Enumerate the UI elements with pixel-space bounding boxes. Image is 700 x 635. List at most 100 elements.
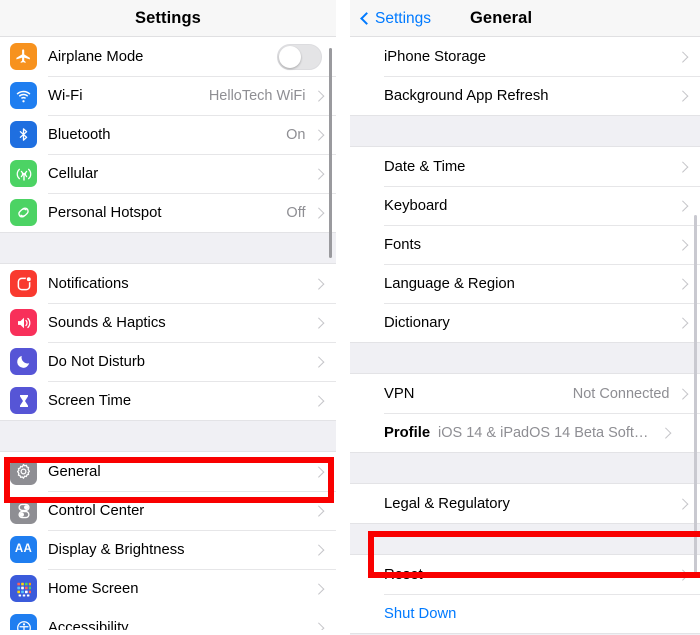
chevron-right-icon bbox=[676, 200, 688, 211]
airplane-mode-toggle[interactable] bbox=[277, 43, 322, 70]
sidebar-item-notifications[interactable]: Notifications bbox=[0, 264, 336, 303]
settings-navbar: Settings bbox=[0, 0, 336, 37]
sidebar-item-label: Accessibility bbox=[48, 619, 129, 631]
hotspot-icon bbox=[10, 199, 37, 226]
chevron-right-icon bbox=[312, 168, 324, 179]
sidebar-item-sounds-haptics[interactable]: Sounds & Haptics bbox=[0, 303, 336, 342]
list-item-fonts[interactable]: Fonts bbox=[350, 225, 700, 264]
settings-section-system: General Control Center AA Display & Brig… bbox=[0, 452, 336, 630]
list-item-profile[interactable]: Profile iOS 14 & iPadOS 14 Beta Softwar… bbox=[350, 413, 700, 452]
control-center-icon bbox=[10, 497, 37, 524]
wifi-value: HelloTech WiFi bbox=[208, 87, 306, 104]
gear-icon bbox=[10, 458, 37, 485]
list-item-label: iPhone Storage bbox=[384, 48, 487, 65]
list-item-reset[interactable]: Reset bbox=[350, 555, 700, 594]
back-button[interactable]: Settings bbox=[360, 0, 432, 37]
sidebar-item-wifi[interactable]: Wi-Fi HelloTech WiFi bbox=[0, 76, 336, 115]
list-item-keyboard[interactable]: Keyboard bbox=[350, 186, 700, 225]
profile-value: iOS 14 & iPadOS 14 Beta Softwar… bbox=[438, 424, 654, 441]
sidebar-item-label: Screen Time bbox=[48, 392, 132, 409]
scrollbar-general[interactable] bbox=[694, 215, 697, 575]
chevron-right-icon bbox=[676, 498, 688, 509]
chevron-right-icon bbox=[312, 207, 324, 218]
list-item-label: Keyboard bbox=[384, 197, 448, 214]
list-item-label: Shut Down bbox=[384, 605, 457, 622]
sidebar-item-accessibility-clipped: Accessibility bbox=[0, 608, 336, 630]
vpn-status-value: Not Connected bbox=[572, 385, 670, 402]
section-divider bbox=[350, 115, 700, 147]
section-divider bbox=[350, 342, 700, 374]
general-section-storage: iPhone Storage Background App Refresh bbox=[350, 37, 700, 115]
page-title: General bbox=[470, 8, 533, 27]
chevron-right-icon bbox=[676, 51, 688, 62]
general-section-legal: Legal & Regulatory bbox=[350, 484, 700, 523]
list-item-label: Dictionary bbox=[384, 314, 450, 331]
chevron-right-icon bbox=[312, 278, 324, 289]
chevron-right-icon bbox=[676, 317, 688, 328]
back-button-label: Settings bbox=[375, 9, 432, 27]
chevron-right-icon bbox=[312, 317, 324, 328]
chevron-right-icon bbox=[312, 583, 324, 594]
settings-section-alerts: Notifications Sounds & Haptics Do Not Di… bbox=[0, 264, 336, 420]
sidebar-item-label: Bluetooth bbox=[48, 126, 111, 143]
sidebar-item-screen-time[interactable]: Screen Time bbox=[0, 381, 336, 420]
sidebar-item-general[interactable]: General bbox=[0, 452, 336, 491]
sidebar-item-label: General bbox=[48, 463, 101, 480]
general-section-vpn-profile: VPN Not Connected Profile iOS 14 & iPadO… bbox=[350, 374, 700, 452]
chevron-right-icon bbox=[312, 544, 324, 555]
scrollbar-settings[interactable] bbox=[329, 48, 332, 258]
sidebar-item-label: Display & Brightness bbox=[48, 541, 185, 558]
list-item-vpn[interactable]: VPN Not Connected bbox=[350, 374, 700, 413]
chevron-right-icon bbox=[312, 129, 324, 140]
airplane-icon bbox=[10, 43, 37, 70]
hourglass-icon bbox=[10, 387, 37, 414]
sidebar-item-label: Sounds & Haptics bbox=[48, 314, 166, 331]
sidebar-item-label: Control Center bbox=[48, 502, 145, 519]
cellular-icon bbox=[10, 160, 37, 187]
list-item-dictionary[interactable]: Dictionary bbox=[350, 303, 700, 342]
settings-panel: Settings Airplane Mode Wi-Fi HelloTech W… bbox=[0, 0, 336, 635]
chevron-right-icon bbox=[676, 239, 688, 250]
list-item-label: Date & Time bbox=[384, 158, 466, 175]
list-item-background-app-refresh[interactable]: Background App Refresh bbox=[350, 76, 700, 115]
general-section-localization: Date & Time Keyboard Fonts Language & Re… bbox=[350, 147, 700, 342]
sidebar-item-accessibility[interactable]: Accessibility bbox=[0, 608, 336, 630]
general-list: iPhone Storage Background App Refresh Da… bbox=[350, 37, 700, 635]
sidebar-item-home-screen[interactable]: Home Screen bbox=[0, 569, 336, 608]
home-screen-icon bbox=[10, 575, 37, 602]
list-item-language-region[interactable]: Language & Region bbox=[350, 264, 700, 303]
chevron-right-icon bbox=[312, 622, 324, 630]
chevron-right-icon bbox=[312, 466, 324, 477]
sidebar-item-label: Do Not Disturb bbox=[48, 353, 146, 370]
chevron-right-icon bbox=[312, 505, 324, 516]
list-item-iphone-storage[interactable]: iPhone Storage bbox=[350, 37, 700, 76]
notifications-icon bbox=[10, 270, 37, 297]
section-divider bbox=[0, 420, 336, 452]
chevron-right-icon bbox=[312, 356, 324, 367]
settings-section-connectivity: Airplane Mode Wi-Fi HelloTech WiFi Bluet bbox=[0, 37, 336, 232]
section-divider bbox=[350, 523, 700, 555]
sidebar-item-bluetooth[interactable]: Bluetooth On bbox=[0, 115, 336, 154]
hotspot-value: Off bbox=[286, 204, 306, 221]
sidebar-item-personal-hotspot[interactable]: Personal Hotspot Off bbox=[0, 193, 336, 232]
panel-divider bbox=[336, 0, 350, 635]
sidebar-item-do-not-disturb[interactable]: Do Not Disturb bbox=[0, 342, 336, 381]
sidebar-item-airplane-mode[interactable]: Airplane Mode bbox=[0, 37, 336, 76]
sidebar-item-label: Wi-Fi bbox=[48, 87, 83, 104]
sidebar-item-label: Notifications bbox=[48, 275, 129, 292]
list-item-label: Background App Refresh bbox=[384, 87, 549, 104]
chevron-right-icon bbox=[676, 569, 688, 580]
chevron-right-icon bbox=[312, 395, 324, 406]
sidebar-item-cellular[interactable]: Cellular bbox=[0, 154, 336, 193]
list-item-shut-down[interactable]: Shut Down bbox=[350, 594, 700, 633]
sidebar-item-display-brightness[interactable]: AA Display & Brightness bbox=[0, 530, 336, 569]
list-item-date-time[interactable]: Date & Time bbox=[350, 147, 700, 186]
toggle-knob bbox=[279, 45, 301, 68]
chevron-right-icon bbox=[312, 90, 324, 101]
general-navbar: Settings General bbox=[350, 0, 700, 37]
section-divider bbox=[0, 232, 336, 264]
page-title: Settings bbox=[135, 8, 201, 27]
settings-list: Airplane Mode Wi-Fi HelloTech WiFi Bluet bbox=[0, 37, 336, 630]
sidebar-item-control-center[interactable]: Control Center bbox=[0, 491, 336, 530]
list-item-legal-regulatory[interactable]: Legal & Regulatory bbox=[350, 484, 700, 523]
